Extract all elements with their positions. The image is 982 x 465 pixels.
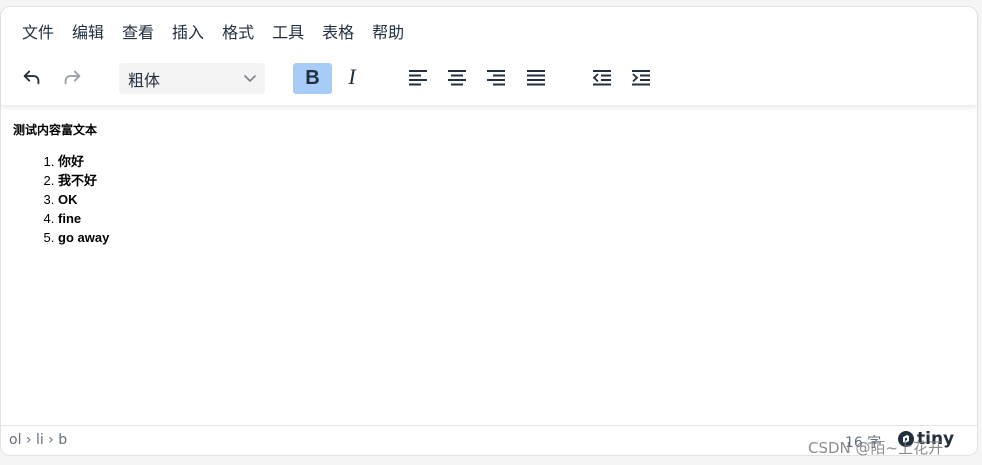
align-right-icon xyxy=(487,70,505,86)
list-item: 你好 xyxy=(58,152,967,171)
toolbar: 粗体 B I xyxy=(15,61,967,95)
italic-icon: I xyxy=(348,64,356,89)
indent-icon xyxy=(632,70,650,86)
list-item: fine xyxy=(58,209,967,228)
redo-icon xyxy=(64,70,81,85)
align-center-button[interactable] xyxy=(440,61,474,93)
watermark: CSDN @陌~上花开 xyxy=(808,439,944,457)
bold-icon: B xyxy=(305,67,320,89)
editor-header: 文件 编辑 查看 插入 格式 工具 表格 帮助 粗体 B I xyxy=(1,7,977,105)
justify-button[interactable] xyxy=(519,61,553,93)
list-item-text: OK xyxy=(58,192,78,207)
content-heading: 测试内容富文本 xyxy=(13,123,98,137)
element-path[interactable]: ol › li › b xyxy=(9,432,67,448)
list-item-text: go away xyxy=(58,230,110,245)
list-item-text: fine xyxy=(58,211,82,226)
menu-view[interactable]: 查看 xyxy=(113,21,163,45)
menu-edit[interactable]: 编辑 xyxy=(63,21,113,45)
justify-icon xyxy=(527,70,545,86)
ordered-list: 你好 我不好 OK fine go away xyxy=(13,152,967,247)
menu-file[interactable]: 文件 xyxy=(13,21,63,45)
bold-button[interactable]: B xyxy=(293,63,332,94)
list-item: OK xyxy=(58,190,967,209)
font-format-select[interactable]: 粗体 xyxy=(119,63,265,94)
undo-icon xyxy=(23,70,40,85)
list-item-text: 你好 xyxy=(58,154,85,169)
rich-text-editor: 文件 编辑 查看 插入 格式 工具 表格 帮助 粗体 B I 测试内容富文本 1… xyxy=(0,6,978,456)
menu-table[interactable]: 表格 xyxy=(313,21,363,45)
menu-insert[interactable]: 插入 xyxy=(163,21,213,45)
list-item-text: 我不好 xyxy=(58,173,98,188)
menu-tools[interactable]: 工具 xyxy=(263,21,313,45)
indent-button[interactable] xyxy=(624,61,658,93)
undo-button[interactable] xyxy=(15,61,49,93)
italic-button[interactable]: I xyxy=(335,61,369,93)
editor-content-area[interactable]: 测试内容富文本 你好 我不好 OK fine go away xyxy=(13,122,967,425)
align-left-icon xyxy=(409,70,427,86)
menu-help[interactable]: 帮助 xyxy=(363,21,413,45)
outdent-button[interactable] xyxy=(585,61,619,93)
outdent-icon xyxy=(592,70,611,86)
menubar: 文件 编辑 查看 插入 格式 工具 表格 帮助 xyxy=(13,21,413,45)
list-item: go away xyxy=(58,228,967,247)
font-format-value: 粗体 xyxy=(128,70,161,90)
redo-button[interactable] xyxy=(55,61,89,93)
chevron-down-icon xyxy=(244,74,256,82)
align-center-icon xyxy=(448,70,466,86)
align-right-button[interactable] xyxy=(479,61,513,93)
menu-format[interactable]: 格式 xyxy=(213,21,263,45)
list-item: 我不好 xyxy=(58,171,967,190)
align-left-button[interactable] xyxy=(401,61,435,93)
